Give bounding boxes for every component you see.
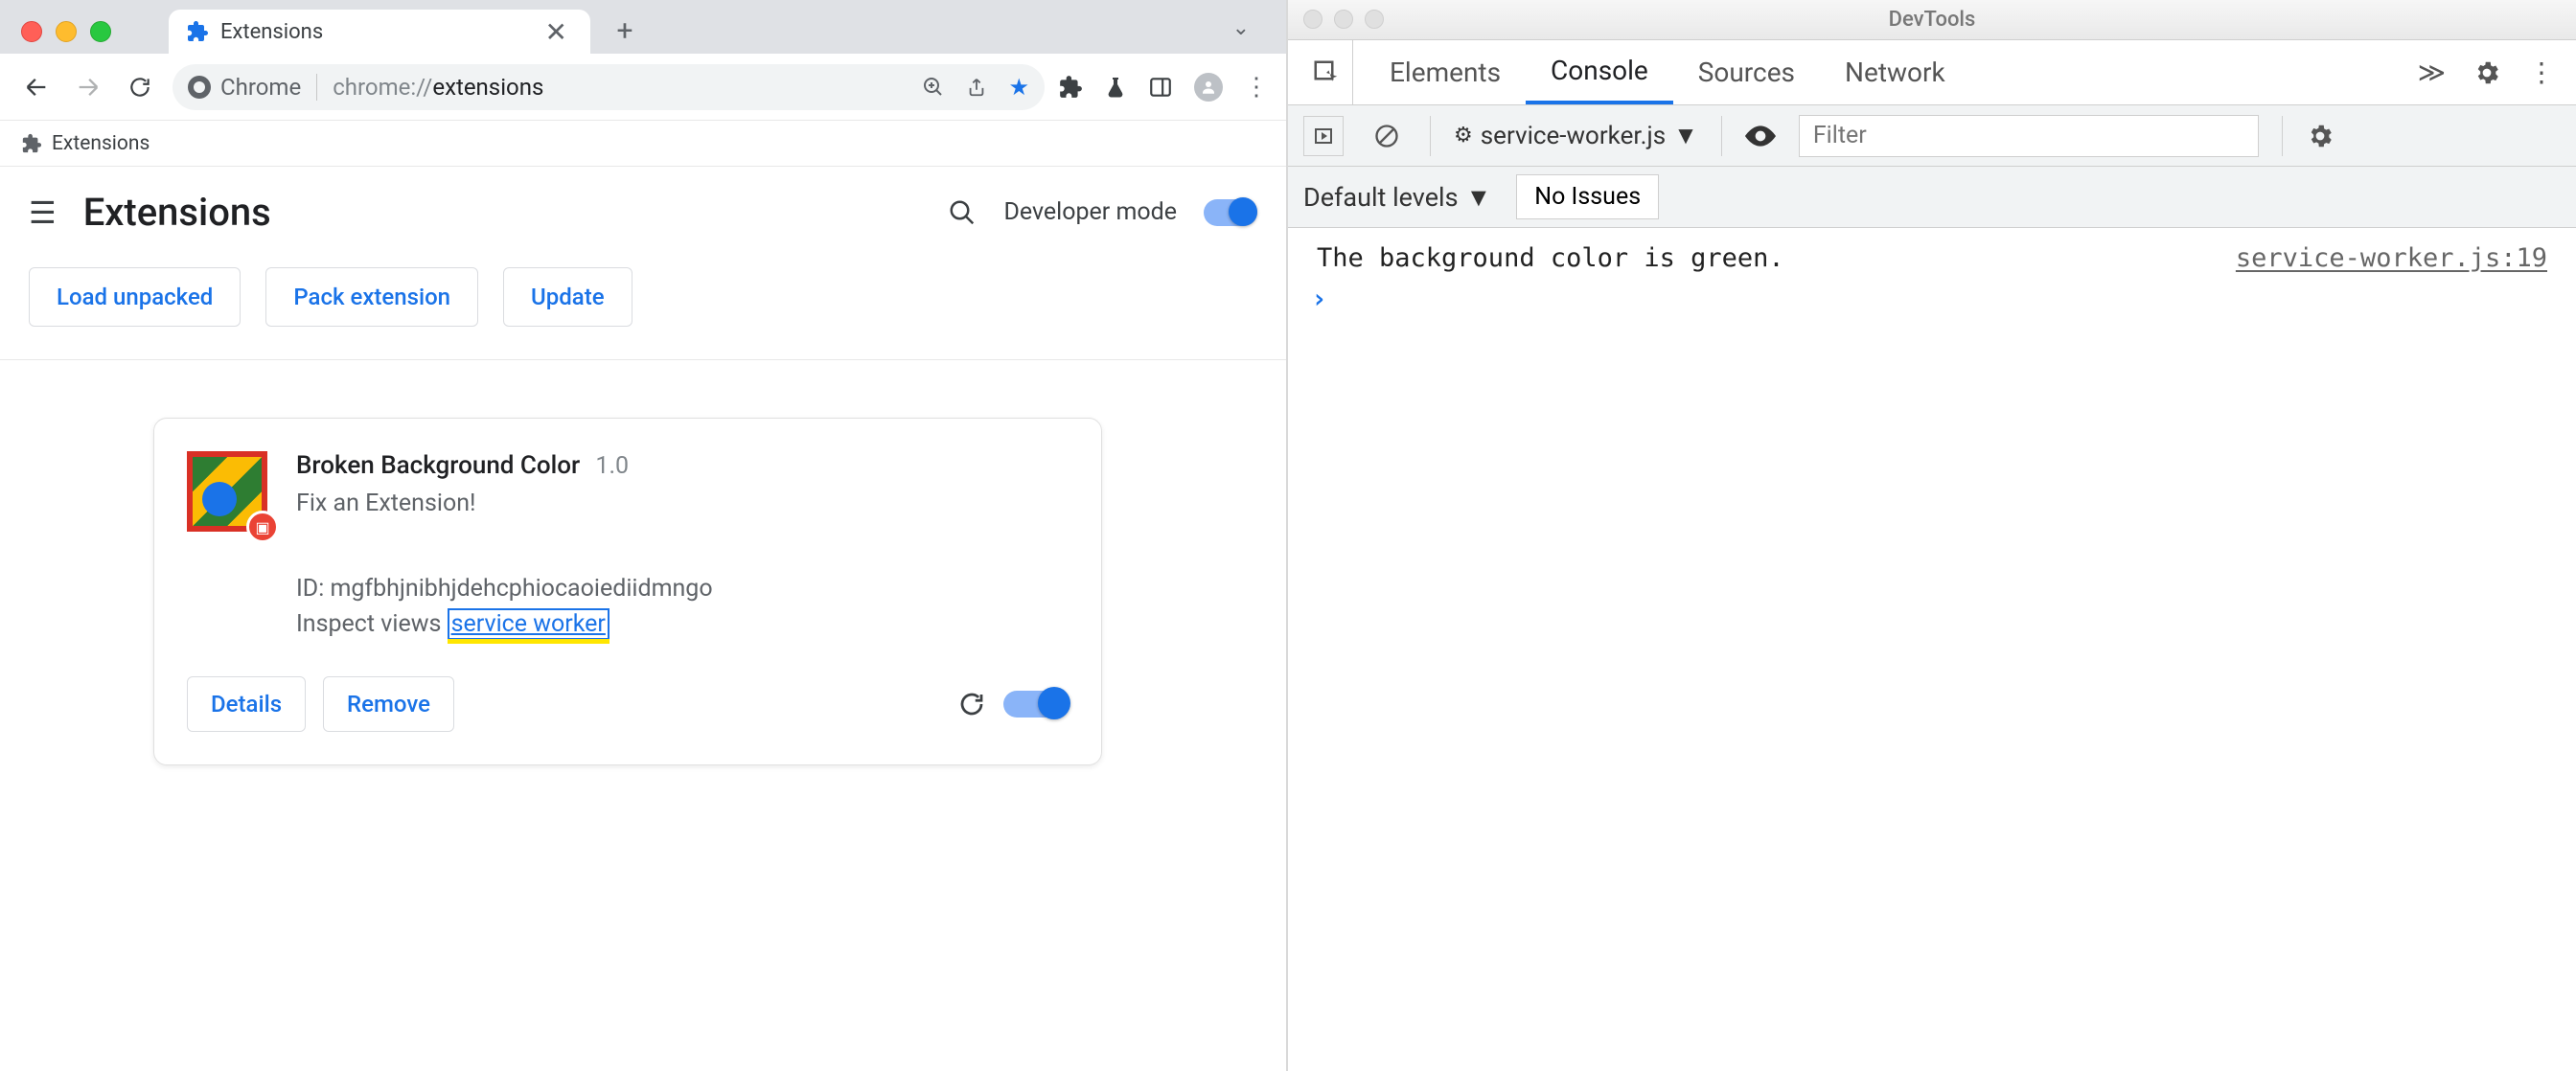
- unpacked-badge-icon: ▣: [246, 511, 279, 543]
- tab-sources[interactable]: Sources: [1673, 40, 1820, 104]
- devtools-tabs: Elements Console Sources Network ≫ ⋮: [1288, 40, 2576, 105]
- search-icon[interactable]: [948, 198, 977, 227]
- settings-icon[interactable]: [2472, 58, 2501, 87]
- toggle-sidebar-icon[interactable]: [1303, 116, 1344, 156]
- close-tab-icon[interactable]: ✕: [540, 16, 573, 48]
- extension-id: ID: mgfbhjnibhjdehcphiocaoiediidmngo: [296, 575, 713, 603]
- profile-avatar-icon[interactable]: [1194, 73, 1223, 102]
- service-worker-link[interactable]: service worker: [448, 608, 610, 640]
- sidepanel-icon[interactable]: [1148, 75, 1173, 100]
- extensions-toolbar-icon[interactable]: [1058, 75, 1083, 100]
- zoom-icon[interactable]: [922, 76, 945, 99]
- extension-icon: [186, 20, 209, 43]
- chevron-down-icon: ▼: [1466, 182, 1492, 213]
- more-tabs-icon[interactable]: ≫: [2418, 57, 2446, 88]
- bookmark-item[interactable]: Extensions: [52, 132, 150, 155]
- extension-enable-toggle[interactable]: [1003, 691, 1069, 718]
- reload-extension-icon[interactable]: [957, 690, 986, 718]
- remove-button[interactable]: Remove: [323, 676, 454, 732]
- labs-icon[interactable]: [1104, 75, 1127, 100]
- extension-card: ▣ Broken Background Color 1.0 Fix an Ext…: [153, 418, 1102, 765]
- console-toolbar: ⚙ service-worker.js ▼: [1288, 105, 2576, 167]
- developer-mode-toggle[interactable]: [1204, 199, 1257, 226]
- extension-name: Broken Background Color: [296, 451, 580, 480]
- chrome-window: Extensions ✕ + ⌄ Chrome chrome://extensi…: [0, 0, 1288, 1071]
- back-button[interactable]: [17, 68, 56, 106]
- details-button[interactable]: Details: [187, 676, 306, 732]
- developer-button-row: Load unpacked Pack extension Update: [0, 258, 1286, 360]
- gear-icon: ⚙: [1454, 124, 1473, 148]
- zoom-window-icon[interactable]: [1365, 10, 1384, 29]
- log-levels-selector[interactable]: Default levels ▼: [1303, 182, 1491, 213]
- devtools-menu-icon[interactable]: ⋮: [2528, 57, 2555, 88]
- browser-tab[interactable]: Extensions ✕: [169, 10, 590, 54]
- browser-toolbar: Chrome chrome://extensions ★ ⋮: [0, 54, 1286, 121]
- chrome-scheme-icon: [188, 76, 211, 99]
- zoom-window-icon[interactable]: [90, 21, 111, 42]
- update-button[interactable]: Update: [503, 267, 632, 327]
- context-selector[interactable]: ⚙ service-worker.js ▼: [1454, 121, 1698, 150]
- tab-elements[interactable]: Elements: [1365, 40, 1526, 104]
- console-output: The background color is green. service-w…: [1288, 228, 2576, 1071]
- console-subtoolbar: Default levels ▼ No Issues: [1288, 167, 2576, 228]
- omnibox[interactable]: Chrome chrome://extensions ★: [172, 64, 1045, 110]
- console-settings-icon[interactable]: [2306, 122, 2334, 150]
- omnibox-host: Chrome: [220, 74, 301, 101]
- inspect-element-icon[interactable]: [1300, 40, 1353, 104]
- load-unpacked-button[interactable]: Load unpacked: [29, 267, 241, 327]
- chevron-down-icon: ▼: [1673, 121, 1698, 150]
- forward-button[interactable]: [69, 68, 107, 106]
- reload-button[interactable]: [121, 68, 159, 106]
- tabs-dropdown-icon[interactable]: ⌄: [1221, 11, 1261, 46]
- minimize-window-icon[interactable]: [56, 21, 77, 42]
- devtools-title: DevTools: [1889, 8, 1976, 32]
- extension-version: 1.0: [595, 452, 629, 480]
- omnibox-separator: [316, 74, 317, 101]
- window-controls: [1303, 10, 1384, 29]
- close-window-icon[interactable]: [1303, 10, 1322, 29]
- devtools-window: DevTools Elements Console Sources Networ…: [1288, 0, 2576, 1071]
- omnibox-url: chrome://extensions: [333, 74, 543, 101]
- chrome-menu-icon[interactable]: ⋮: [1244, 73, 1269, 102]
- extension-icon: [21, 133, 42, 154]
- devtools-titlebar: DevTools: [1288, 0, 2576, 40]
- extensions-header: ☰ Extensions Developer mode: [0, 167, 1286, 258]
- extension-card-icon: ▣: [187, 451, 267, 532]
- bookmarks-bar: Extensions: [0, 121, 1286, 167]
- clear-console-icon[interactable]: [1367, 116, 1407, 156]
- extension-description: Fix an Extension!: [296, 490, 713, 517]
- developer-mode-label: Developer mode: [1003, 198, 1177, 226]
- minimize-window-icon[interactable]: [1334, 10, 1353, 29]
- chrome-titlebar: Extensions ✕ + ⌄: [0, 0, 1286, 54]
- share-icon[interactable]: [966, 76, 987, 99]
- live-expression-icon[interactable]: [1745, 125, 1776, 147]
- tab-console[interactable]: Console: [1526, 40, 1673, 104]
- message-source-link[interactable]: service-worker.js:19: [2236, 243, 2547, 273]
- issues-button[interactable]: No Issues: [1516, 174, 1659, 219]
- tab-title: Extensions: [220, 20, 528, 44]
- menu-icon[interactable]: ☰: [29, 194, 57, 231]
- page-title: Extensions: [83, 190, 271, 235]
- pack-extension-button[interactable]: Pack extension: [265, 267, 478, 327]
- window-controls: [21, 21, 111, 42]
- console-prompt[interactable]: ›: [1303, 279, 2561, 318]
- inspect-views: Inspect views service worker: [296, 610, 713, 638]
- tabstrip: Extensions ✕ + ⌄: [169, 0, 1271, 54]
- close-window-icon[interactable]: [21, 21, 42, 42]
- filter-input[interactable]: [1799, 115, 2259, 157]
- tab-network[interactable]: Network: [1820, 40, 1970, 104]
- bookmark-icon[interactable]: ★: [1008, 74, 1029, 101]
- console-message: The background color is green. service-w…: [1303, 238, 2561, 279]
- new-tab-button[interactable]: +: [604, 10, 646, 52]
